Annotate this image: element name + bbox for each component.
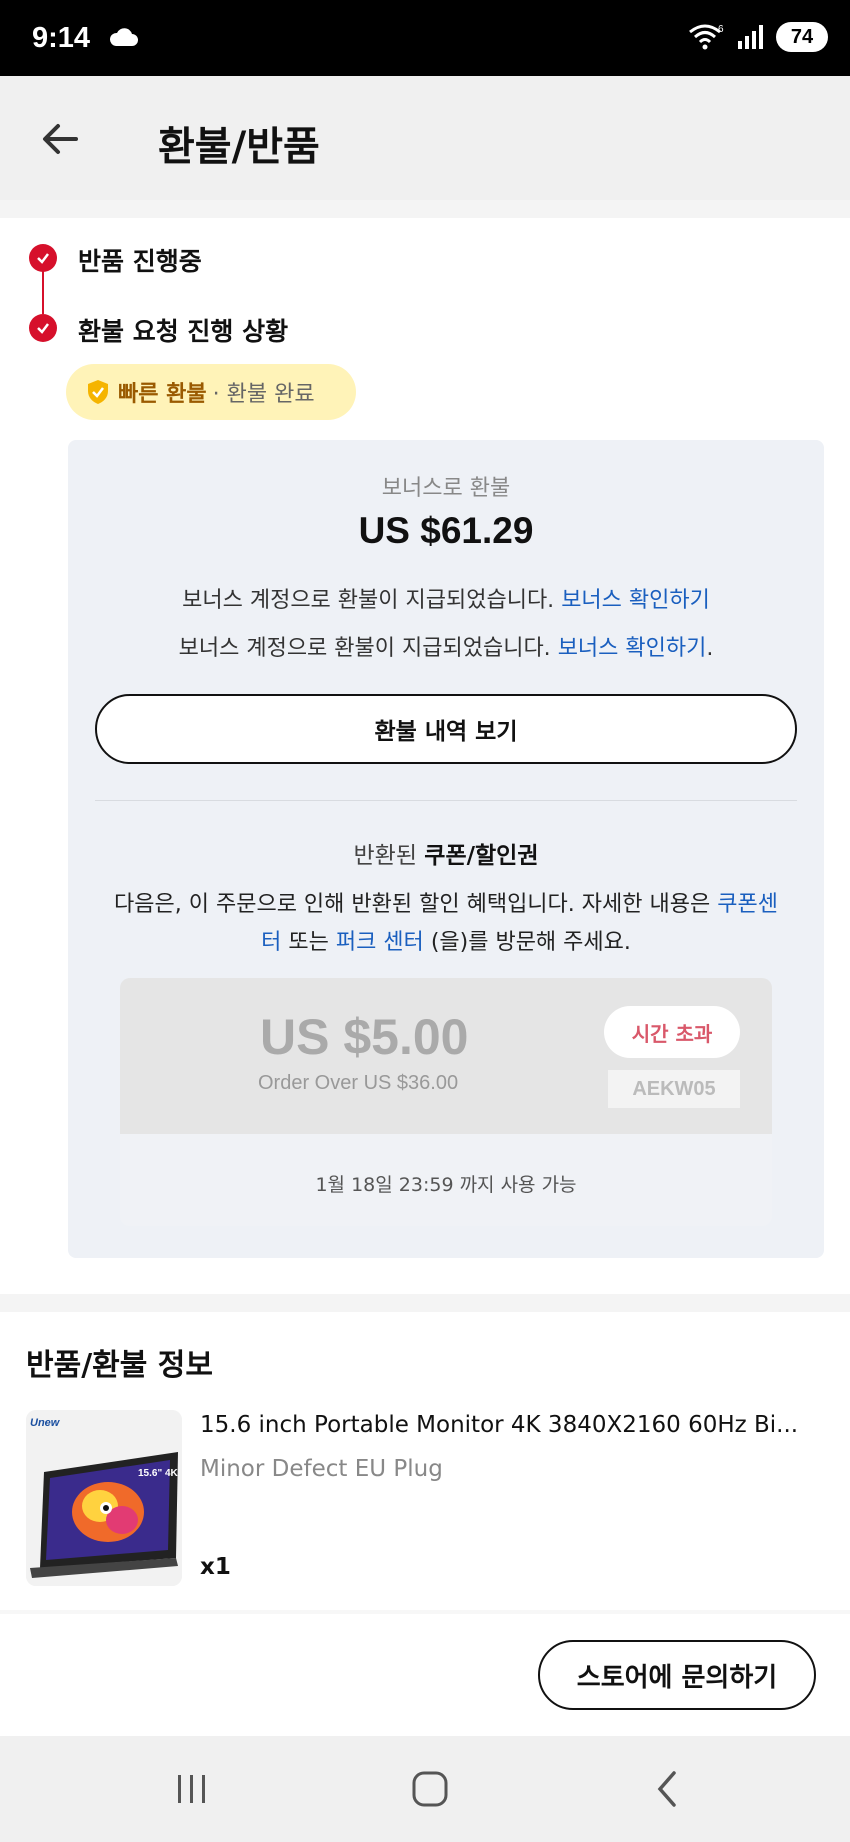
contact-store-button[interactable]: 스토어에 문의하기 <box>538 1640 816 1710</box>
refund-complete-label: · 환불 완료 <box>212 382 315 407</box>
step-label-refund: 환불 요청 진행 상황 <box>78 317 289 346</box>
cloud-icon <box>109 28 138 46</box>
refund-message: 보너스 계정으로 환불이 지급되었습니다. 보너스 확인하기. <box>178 636 714 661</box>
wifi-icon: 6 <box>689 24 724 50</box>
refund-amount: US $61.29 <box>358 510 534 551</box>
section-separator <box>0 200 850 218</box>
product-variant: Minor Defect EU Plug <box>200 1456 443 1482</box>
coupon-header: US $5.00 Order Over US $36.00 시간 초과 AEKW… <box>120 978 772 1134</box>
battery-indicator: 74 <box>776 22 828 52</box>
product-name[interactable]: 15.6 inch Portable Monitor 4K 3840X2160 … <box>200 1412 830 1438</box>
svg-text:Unew: Unew <box>30 1417 61 1429</box>
chevron-left-icon <box>657 1771 676 1807</box>
refund-message: 보너스 계정으로 환불이 지급되었습니다. 보너스 확인하기 <box>182 588 710 613</box>
back-button[interactable] <box>638 1764 698 1814</box>
system-nav-bar <box>0 1736 850 1842</box>
returned-coupons-description: 다음은, 이 주문으로 인해 반환된 할인 혜택입니다. 자세한 내용은 쿠폰센… <box>114 892 778 955</box>
perk-center-link[interactable]: 퍼크 센터 <box>336 930 424 955</box>
status-bar: 9:14 6 74 <box>0 0 850 76</box>
coupon-code: AEKW05 <box>608 1070 740 1108</box>
home-button[interactable] <box>400 1764 460 1814</box>
fast-refund-label: 빠른 환불 <box>118 382 207 407</box>
coupon-condition: Order Over US $36.00 <box>258 1072 459 1094</box>
return-info-title: 반품/환불 정보 <box>26 1348 214 1383</box>
svg-text:6: 6 <box>718 24 724 35</box>
app-header: 환불/반품 <box>0 76 850 200</box>
step-check-icon <box>29 244 57 272</box>
check-bonus-link[interactable]: 보너스 확인하기 <box>558 636 707 661</box>
footer-divider <box>0 1610 850 1614</box>
status-icons: 6 74 <box>688 22 828 52</box>
section-separator <box>0 1294 850 1312</box>
refund-method: 보너스로 환불 <box>381 476 511 501</box>
page-title: 환불/반품 <box>158 124 320 170</box>
product-quantity: x1 <box>200 1554 231 1580</box>
check-bonus-link[interactable]: 보너스 확인하기 <box>561 588 710 613</box>
step-label-return: 반품 진행중 <box>78 247 202 276</box>
coupon-validity: 1월 18일 23:59 까지 사용 가능 <box>315 1174 577 1196</box>
returned-coupons-title: 반환된 쿠폰/할인권 <box>353 843 539 869</box>
svg-text:15.6" 4K: 15.6" 4K <box>138 1468 179 1479</box>
step-check-icon <box>29 314 57 342</box>
back-arrow-icon[interactable] <box>36 114 86 164</box>
refund-history-button[interactable]: 환불 내역 보기 <box>95 694 797 764</box>
product-image[interactable]: Unew 15.6" 4K <box>26 1410 182 1586</box>
fast-refund-badge: 빠른 환불 · 환불 완료 <box>66 364 356 420</box>
divider <box>95 800 797 801</box>
shield-check-icon <box>88 380 108 404</box>
recent-apps-button[interactable] <box>162 1764 222 1814</box>
monitor-product-image: Unew 15.6" 4K <box>26 1410 182 1586</box>
home-icon <box>412 1771 448 1807</box>
signal-icon <box>738 25 763 49</box>
coupon-item: US $5.00 Order Over US $36.00 시간 초과 AEKW… <box>120 978 772 1226</box>
recent-apps-icon <box>178 1775 205 1803</box>
refund-card: 보너스로 환불 US $61.29 보너스 계정으로 환불이 지급되었습니다. … <box>68 440 824 1258</box>
step-connector <box>42 270 44 314</box>
expired-badge: 시간 초과 <box>604 1006 740 1058</box>
status-time: 9:14 <box>32 22 91 54</box>
coupon-amount: US $5.00 <box>260 1009 469 1065</box>
